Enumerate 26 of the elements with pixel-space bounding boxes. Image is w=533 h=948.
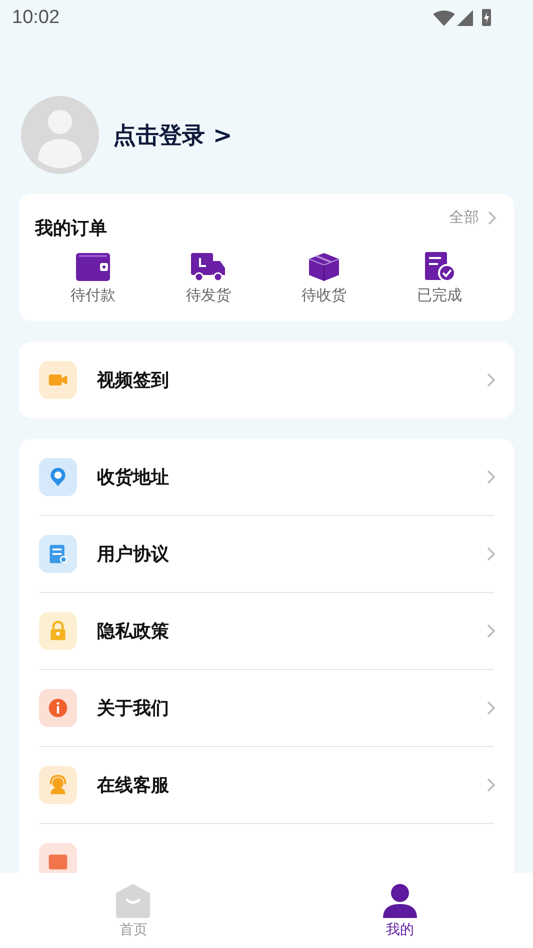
chevron-icon [487,210,497,226]
menu-item[interactable]: 用户协议 [39,515,494,592]
menu-item[interactable]: 在线客服 [39,746,494,823]
home-icon [115,882,152,918]
tab-item[interactable]: 我的 [266,873,533,948]
menu-item[interactable]: 隐私政策 [39,592,494,669]
person-icon [382,882,418,918]
truck-icon [190,252,226,282]
wallet-icon [74,252,111,282]
status-time: 10:02 [12,7,60,29]
menu-item[interactable]: 收货地址 [39,439,494,515]
order-status-button[interactable]: 已完成 [382,252,497,305]
order-status-button[interactable]: 待付款 [35,252,150,305]
order-status-button[interactable]: 待发货 [150,252,266,305]
menu-item[interactable]: 关于我们 [39,669,494,746]
login-link[interactable]: 点击登录 > [113,120,232,150]
chevron-icon [486,372,496,388]
order-status-button[interactable]: 待收货 [266,252,382,305]
chevron-icon [486,777,496,793]
chevron-icon [486,546,496,562]
chevron-icon [486,623,496,639]
chevron-icon [486,469,496,485]
avatar-icon[interactable] [21,96,99,174]
orders-title: 我的订单 [35,217,107,240]
status-icons [433,8,493,28]
chevron-icon [486,700,496,716]
